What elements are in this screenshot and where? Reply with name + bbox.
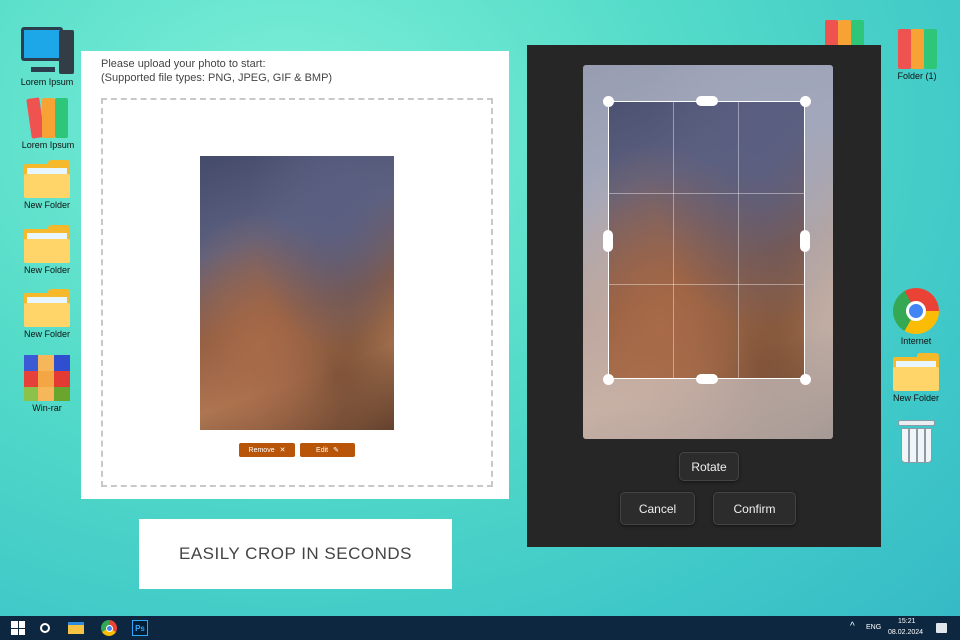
crop-handle-top[interactable]: [696, 96, 718, 106]
folder-icon: [68, 622, 84, 634]
crop-selection[interactable]: [608, 101, 805, 379]
desktop-icon-label: New Folder: [23, 265, 70, 275]
chevron-up-icon[interactable]: ^: [850, 621, 855, 632]
desktop-icon-label: Internet: [900, 336, 932, 346]
desktop-icon-folder[interactable]: New Folder: [12, 160, 82, 210]
desktop-icon-winrar[interactable]: Win-rar: [12, 355, 82, 413]
desktop-icon-label: Win-rar: [32, 403, 62, 413]
crop-handle-bottom-left[interactable]: [603, 374, 614, 385]
supported-types: (Supported file types: PNG, JPEG, GIF & …: [101, 72, 333, 84]
desktop-icon-folder[interactable]: New Folder: [12, 225, 82, 275]
folder-icon: [24, 160, 70, 198]
rotate-button[interactable]: Rotate: [679, 452, 739, 481]
crop-handle-right[interactable]: [800, 230, 810, 252]
close-icon: ✕: [279, 447, 286, 454]
folder-icon: [24, 225, 70, 263]
desktop-icon-computer[interactable]: Lorem Ipsum: [12, 27, 82, 87]
desktop-icon-label: Lorem Ipsum: [21, 140, 75, 150]
crop-handle-left[interactable]: [603, 230, 613, 252]
taskbar-photoshop[interactable]: Ps: [129, 618, 151, 638]
search-button[interactable]: [34, 618, 56, 638]
caption-box: EASILY CROP IN SECONDS: [139, 519, 452, 589]
remove-button[interactable]: Remove ✕: [239, 443, 295, 457]
desktop-icon-label: New Folder: [892, 393, 939, 403]
desktop-icon-folder[interactable]: New Folder: [881, 353, 951, 403]
desktop-icon-internet[interactable]: Internet: [881, 288, 951, 346]
uploaded-photo: [200, 156, 394, 430]
computer-icon: [19, 27, 75, 75]
desktop-icon-folder[interactable]: New Folder: [12, 289, 82, 339]
desktop-icon-label: Lorem Ipsum: [20, 77, 74, 87]
remove-label: Remove: [248, 446, 275, 454]
desktop-icon-binders[interactable]: Lorem Ipsum: [13, 96, 83, 150]
desktop-icon-label: New Folder: [23, 329, 70, 339]
crop-handle-top-right[interactable]: [800, 96, 811, 107]
taskbar-chrome[interactable]: [98, 618, 120, 638]
crop-handle-bottom[interactable]: [696, 374, 718, 384]
confirm-button[interactable]: Confirm: [713, 492, 796, 525]
windows-icon: [11, 621, 25, 635]
cancel-button[interactable]: Cancel: [620, 492, 695, 525]
caption-text: EASILY CROP IN SECONDS: [178, 544, 412, 563]
upload-instruction: Please upload your photo to start:: [101, 58, 266, 70]
search-icon: [40, 623, 50, 633]
folder-icon: [893, 353, 939, 391]
taskbar-explorer[interactable]: [65, 618, 87, 638]
desktop-icon-label: Folder (1): [897, 71, 937, 81]
binders-icon: [894, 27, 940, 69]
photoshop-icon: Ps: [132, 620, 148, 636]
desktop-icon-label: New Folder: [23, 200, 70, 210]
clock-time[interactable]: 15:21: [898, 618, 916, 625]
upload-panel: Please upload your photo to start: (Supp…: [81, 51, 509, 499]
clock-date[interactable]: 08.02.2024: [888, 629, 923, 636]
winrar-icon: [24, 355, 70, 401]
language-indicator[interactable]: ENG: [866, 624, 881, 631]
desktop-icon-binders[interactable]: Folder (1): [882, 27, 952, 81]
folder-icon: [24, 289, 70, 327]
start-button[interactable]: [7, 618, 29, 638]
chrome-icon: [101, 620, 117, 636]
edit-label: Edit: [316, 446, 329, 454]
notification-icon[interactable]: [936, 623, 947, 633]
crop-handle-bottom-right[interactable]: [800, 374, 811, 385]
binders-icon: [25, 96, 71, 139]
recycle-bin-icon[interactable]: [898, 420, 935, 464]
chrome-icon: [893, 288, 939, 334]
crop-handle-top-left[interactable]: [603, 96, 614, 107]
pencil-icon: ✎: [333, 447, 339, 454]
edit-button[interactable]: Edit ✎: [300, 443, 355, 457]
